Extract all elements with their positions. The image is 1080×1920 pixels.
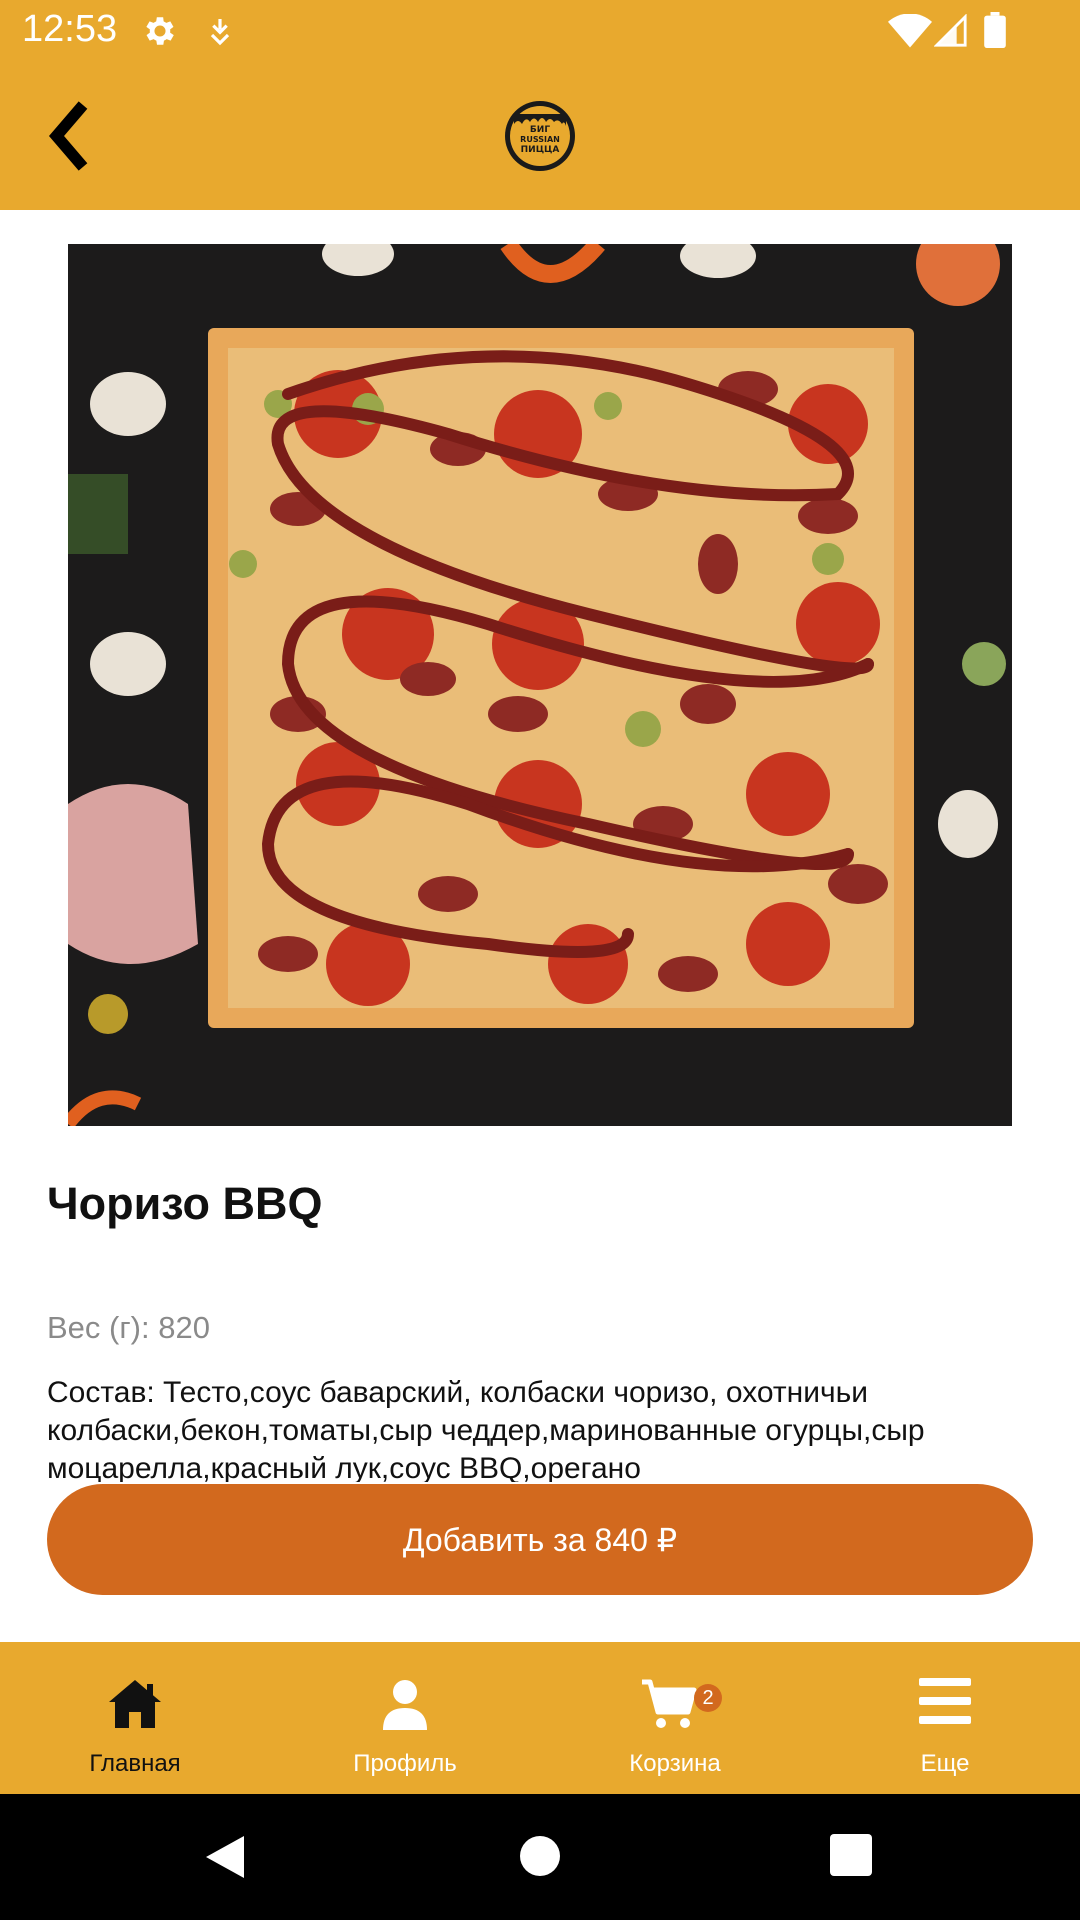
battery-icon [984, 12, 1006, 48]
product-title: Чоризо BBQ [47, 1178, 323, 1229]
logo-text-line-3: ПИЦЦА [521, 145, 560, 155]
nav-item-cart[interactable]: 2 Корзина [540, 1642, 810, 1794]
nav-item-profile[interactable]: Профиль [270, 1642, 540, 1794]
system-recents-icon[interactable] [830, 1834, 872, 1876]
brand-logo: БИГ RUSSIAN ПИЦЦА [505, 101, 575, 171]
status-time: 12:53 [22, 8, 118, 50]
download-icon [210, 19, 230, 46]
system-home-icon[interactable] [520, 1836, 560, 1876]
cart-badge: 2 [694, 1684, 722, 1712]
system-nav-bar [0, 1794, 1080, 1920]
product-image [68, 244, 1012, 1126]
nav-label-home: Главная [89, 1750, 181, 1777]
logo-text-line-2: RUSSIAN [520, 135, 560, 144]
system-back-icon[interactable] [200, 1832, 250, 1882]
pizza-illustration [68, 244, 1012, 1126]
cart-icon [642, 1679, 697, 1728]
add-to-cart-label: Добавить за 840 ₽ [402, 1521, 678, 1558]
menu-icon [919, 1678, 971, 1724]
profile-icon [383, 1680, 427, 1730]
home-icon [109, 1680, 161, 1728]
settings-icon [146, 17, 174, 45]
app-bar: БИГ RUSSIAN ПИЦЦА [0, 62, 1080, 210]
wifi-icon [888, 14, 932, 48]
nav-item-more[interactable]: Еще [810, 1642, 1080, 1794]
signal-icon [934, 14, 967, 47]
back-arrow-icon[interactable] [36, 98, 96, 174]
add-to-cart-button[interactable]: Добавить за 840 ₽ [47, 1484, 1033, 1595]
nav-item-home[interactable]: Главная [0, 1642, 270, 1794]
nav-label-more: Еще [920, 1750, 970, 1777]
product-composition: Состав: Тесто,соус баварский, колбаски ч… [47, 1376, 925, 1482]
status-bar: 12:53 [0, 0, 1080, 62]
logo-text-line-1: БИГ [530, 125, 550, 135]
nav-label-profile: Профиль [353, 1750, 457, 1777]
product-weight: Вес (г): 820 [47, 1310, 210, 1345]
bottom-nav: Главная Профиль 2 Корзина Еще [0, 1642, 1080, 1794]
nav-label-cart: Корзина [629, 1750, 721, 1777]
